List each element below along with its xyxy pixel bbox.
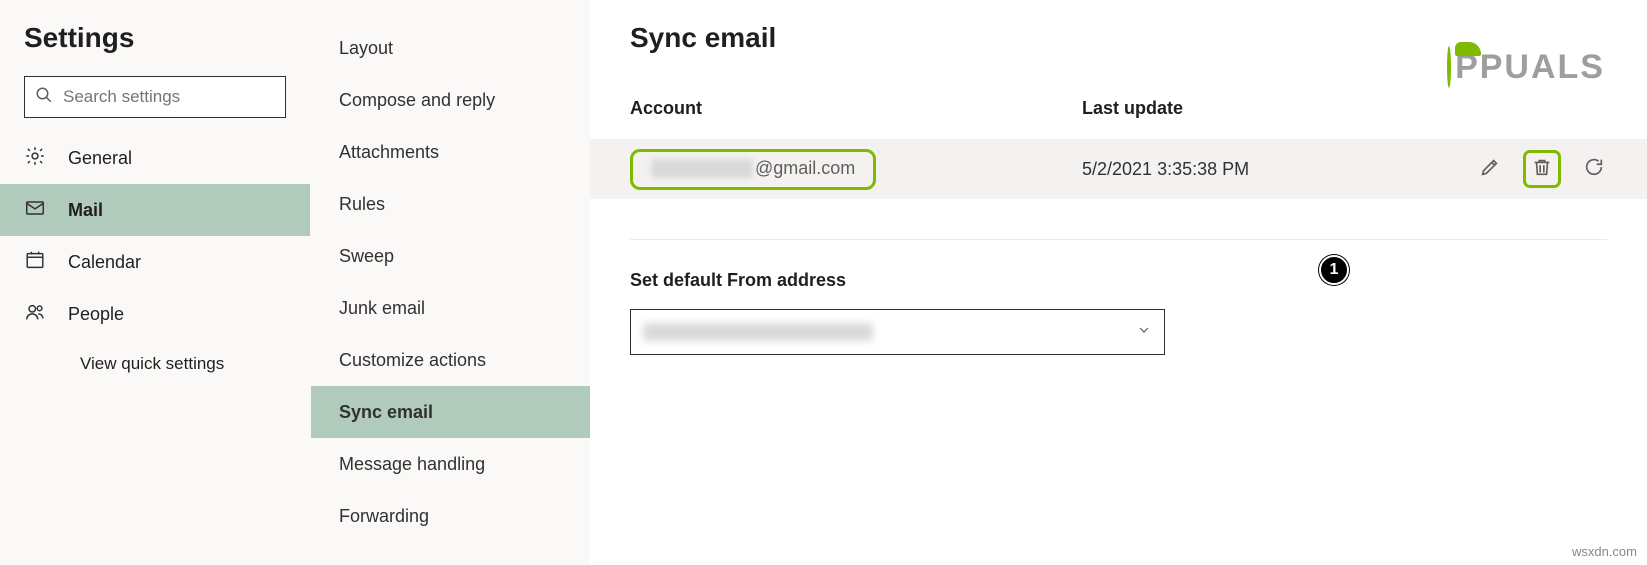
default-from-heading: Set default From address <box>590 240 1647 309</box>
search-icon <box>35 86 63 109</box>
mid-item-sweep[interactable]: Sweep <box>311 230 590 282</box>
watermark-text: wsxdn.com <box>1572 544 1637 559</box>
logo-head-icon <box>1447 48 1455 87</box>
mid-item-customize-actions[interactable]: Customize actions <box>311 334 590 386</box>
refresh-icon <box>1583 156 1605 183</box>
nav-item-people[interactable]: People <box>0 288 310 340</box>
account-email-highlight: @gmail.com <box>630 149 876 190</box>
accounts-table-header: Account Last update <box>590 98 1647 139</box>
settings-title: Settings <box>0 22 310 76</box>
nav-item-general[interactable]: General <box>0 132 310 184</box>
resync-account-button[interactable] <box>1581 156 1607 182</box>
mid-item-compose-reply[interactable]: Compose and reply <box>311 74 590 126</box>
pencil-icon <box>1479 156 1501 183</box>
settings-subcategory-panel: Layout Compose and reply Attachments Rul… <box>310 0 590 565</box>
redacted-default-from-value <box>643 323 873 341</box>
mid-item-rules[interactable]: Rules <box>311 178 590 230</box>
settings-category-panel: Settings General Mail Cal <box>0 0 310 565</box>
delete-account-button[interactable] <box>1529 156 1555 182</box>
annotation-circle-1: 1 <box>1319 255 1349 285</box>
search-settings-input[interactable] <box>24 76 286 118</box>
account-row[interactable]: @gmail.com 5/2/2021 3:35:38 PM <box>590 139 1647 199</box>
default-from-select[interactable] <box>630 309 1165 355</box>
nav-item-mail[interactable]: Mail <box>0 184 310 236</box>
nav-label: Mail <box>68 200 103 221</box>
settings-detail-panel: Sync email Account Last update @gmail.co… <box>590 0 1647 565</box>
account-email-domain: @gmail.com <box>755 158 855 179</box>
column-header-last-update: Last update <box>1082 98 1607 119</box>
redacted-email-local <box>651 159 753 178</box>
appuals-logo: PPUALS <box>1447 48 1605 87</box>
gear-icon <box>24 145 68 172</box>
mid-item-sync-email[interactable]: Sync email <box>311 386 590 438</box>
mid-item-junk-email[interactable]: Junk email <box>311 282 590 334</box>
nav-label: Calendar <box>68 252 141 273</box>
mid-item-layout[interactable]: Layout <box>311 22 590 74</box>
nav-item-calendar[interactable]: Calendar <box>0 236 310 288</box>
nav-label: People <box>68 304 124 325</box>
mid-item-forwarding[interactable]: Forwarding <box>311 490 590 542</box>
account-last-update-value: 5/2/2021 3:35:38 PM <box>1082 159 1477 180</box>
mid-item-message-handling[interactable]: Message handling <box>311 438 590 490</box>
delete-account-highlight <box>1523 150 1561 188</box>
trash-icon <box>1531 156 1553 183</box>
view-quick-settings-link[interactable]: View quick settings <box>0 340 310 374</box>
calendar-icon <box>24 249 68 276</box>
chevron-down-icon <box>1136 322 1152 343</box>
edit-account-button[interactable] <box>1477 156 1503 182</box>
search-settings-field[interactable] <box>63 87 275 107</box>
nav-label: General <box>68 148 132 169</box>
mid-item-attachments[interactable]: Attachments <box>311 126 590 178</box>
column-header-account: Account <box>630 98 1082 119</box>
people-icon <box>24 301 68 328</box>
mail-icon <box>24 197 68 224</box>
